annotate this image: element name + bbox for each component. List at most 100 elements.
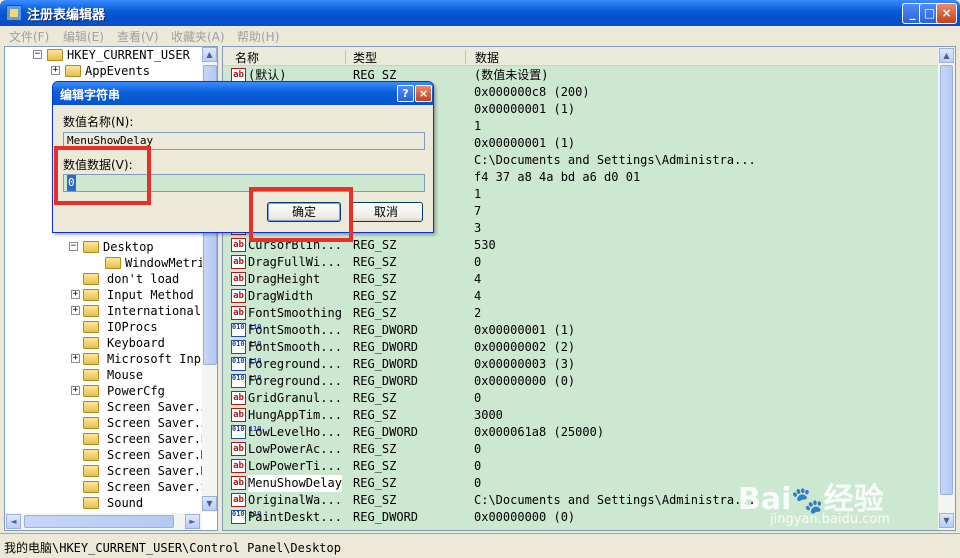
folder-icon [83,497,99,509]
scroll-down-icon[interactable]: ▼ [202,496,217,511]
value-type: REG_SZ [353,459,397,473]
value-data: 0x00000000 (0) [474,374,576,388]
menu-edit[interactable]: 编辑(E) [63,28,104,45]
column-separator[interactable] [465,50,466,64]
reg-sz-icon: ab [231,238,246,252]
reg-sz-icon: ab [231,255,246,269]
window-title: 注册表编辑器 [27,8,106,23]
value-data: C:\Documents and Settings\Administra... [474,493,756,507]
column-data[interactable]: 数据 [475,49,499,66]
reg-dword-icon: 010 110 [231,357,262,371]
reg-sz-icon: ab [231,306,246,320]
folder-icon [83,433,99,445]
value-name: HungAppTim... [248,408,342,422]
value-data: 4 [474,272,482,286]
folder-icon [65,65,81,77]
scroll-right-icon[interactable]: ► [185,514,200,529]
value-data: 0x00000001 (1) [474,136,576,150]
value-row[interactable]: ab GridGranul... REG_SZ 0 [223,390,938,407]
value-row[interactable]: ab DragWidth REG_SZ 4 [223,288,938,305]
menu-file[interactable]: 文件(F) [9,28,49,45]
tree-item-label: Screen Saver.S [107,480,209,494]
folder-icon [83,401,99,413]
expand-icon[interactable]: + [71,386,80,395]
scroll-down-icon[interactable]: ▼ [939,513,954,528]
column-type[interactable]: 类型 [353,49,377,66]
value-row[interactable]: ab LowPowerTi... REG_SZ 0 [223,458,938,475]
tree-horizontal-scrollbar[interactable]: ◄ ► [5,513,202,530]
value-row[interactable]: 010 110 LowLevelHo... REG_DWORD 0x000061a8 … [223,424,938,441]
menu-view[interactable]: 查看(V) [117,28,159,45]
menu-favorites[interactable]: 收藏夹(A) [171,28,225,45]
value-row[interactable]: ab FontSmoothing REG_SZ 2 [223,305,938,322]
status-bar: 我的电脑\HKEY_CURRENT_USER\Control Panel\Des… [0,533,960,558]
value-row[interactable]: ab DragHeight REG_SZ 4 [223,271,938,288]
expand-icon[interactable]: + [71,290,80,299]
folder-icon [83,481,99,493]
tree-item-label: Screen Saver.3 [107,400,209,414]
column-separator[interactable] [345,50,346,64]
value-row[interactable]: ab DragFullWi... REG_SZ 0 [223,254,938,271]
value-name: DragWidth [248,289,314,303]
value-name: LowLevelHo... [248,425,342,439]
value-data: 0x00000002 (2) [474,340,576,354]
collapse-icon[interactable]: − [69,242,78,251]
value-row[interactable]: 010 110 FontSmooth... REG_DWORD 0x00000001 … [223,322,938,339]
expand-icon[interactable]: + [51,66,60,75]
value-data: 0 [474,255,482,269]
value-data: 0x00000000 (0) [474,510,576,524]
value-row[interactable]: 010 110 Foreground... REG_DWORD 0x00000003 … [223,356,938,373]
tree-item-label: IOProcs [107,320,158,334]
menu-help[interactable]: 帮助(H) [237,28,279,45]
value-data: 3 [474,221,482,235]
scroll-up-icon[interactable]: ▲ [939,48,954,63]
value-type: REG_DWORD [353,425,419,439]
value-name: DragHeight [248,272,321,286]
value-data: 2 [474,306,482,320]
scroll-thumb[interactable] [940,65,953,495]
folder-icon [83,369,99,381]
dialog-title-bar[interactable]: 编辑字符串 ? × [53,82,433,105]
close-button[interactable]: × [936,3,957,24]
tree-item-label: PowerCfg [107,384,165,398]
reg-sz-icon: ab [231,476,246,490]
value-data: 7 [474,204,482,218]
value-type: REG_SZ [353,442,397,456]
value-type: REG_SZ [353,255,397,269]
expand-icon[interactable]: + [71,306,80,315]
tree-item-label: Screen Saver.M [107,464,209,478]
expand-icon[interactable]: + [71,354,80,363]
value-row[interactable]: 010 110 Foreground... REG_DWORD 0x00000000 … [223,373,938,390]
cancel-button[interactable]: 取消 [349,202,423,222]
scroll-left-icon[interactable]: ◄ [6,514,21,529]
value-row[interactable]: ab HungAppTim... REG_SZ 3000 [223,407,938,424]
value-name: FontSmooth... [248,323,342,337]
value-type: REG_SZ [353,408,397,422]
value-type: REG_DWORD [353,374,419,388]
value-type: REG_SZ [353,493,397,507]
list-vertical-scrollbar[interactable]: ▲ ▼ [938,47,955,530]
tree-item-label: International [107,304,201,318]
value-row[interactable]: ab LowPowerAc... REG_SZ 0 [223,441,938,458]
value-name: LowPowerTi... [248,459,342,473]
column-name[interactable]: 名称 [235,49,259,66]
scroll-thumb[interactable] [24,515,174,528]
value-name: PaintDeskt... [248,510,342,524]
value-type: REG_DWORD [353,323,419,337]
collapse-icon[interactable]: − [33,50,42,59]
value-row[interactable]: 010 110 FontSmooth... REG_DWORD 0x00000002 … [223,339,938,356]
regedit-icon [6,5,22,21]
help-button[interactable]: ? [397,85,414,102]
reg-sz-icon: ab [231,459,246,473]
title-bar[interactable]: 注册表编辑器 _ □ × [0,0,960,26]
scroll-up-icon[interactable]: ▲ [202,47,217,62]
value-data: 4 [474,289,482,303]
dialog-close-button[interactable]: × [415,85,432,102]
value-type: REG_SZ [353,238,397,252]
tree-item-label: HKEY_CURRENT_USER [67,48,190,62]
value-name: Foreground... [248,357,342,371]
tree-item-label: Keyboard [107,336,165,350]
value-data: 0 [474,442,482,456]
value-type: REG_DWORD [353,510,419,524]
value-type: REG_SZ [353,289,397,303]
